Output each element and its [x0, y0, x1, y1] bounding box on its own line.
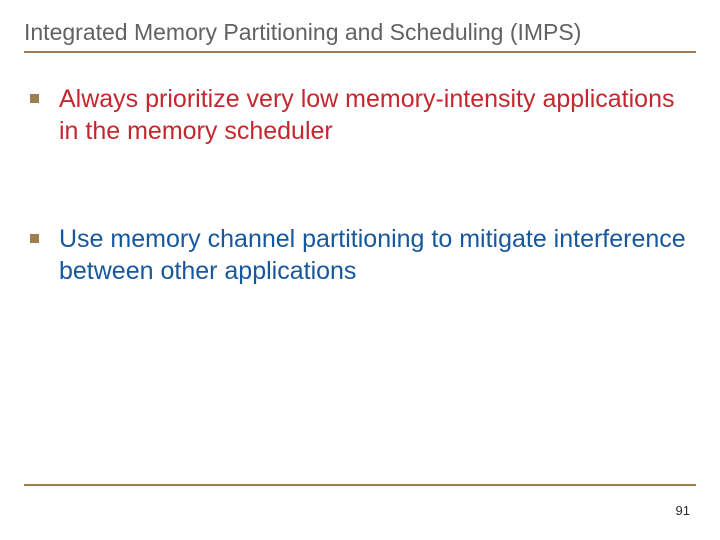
bullet-list: Always prioritize very low memory-intens…: [24, 83, 696, 287]
square-bullet-icon: [30, 94, 39, 103]
list-item: Always prioritize very low memory-intens…: [30, 83, 696, 147]
square-bullet-icon: [30, 234, 39, 243]
bottom-underline: [24, 484, 696, 486]
title-underline: [24, 51, 696, 53]
bullet-text: Always prioritize very low memory-intens…: [59, 83, 696, 147]
slide-title: Integrated Memory Partitioning and Sched…: [24, 18, 696, 47]
list-item: Use memory channel partitioning to mitig…: [30, 223, 696, 287]
bullet-text: Use memory channel partitioning to mitig…: [59, 223, 696, 287]
page-number: 91: [676, 503, 690, 518]
